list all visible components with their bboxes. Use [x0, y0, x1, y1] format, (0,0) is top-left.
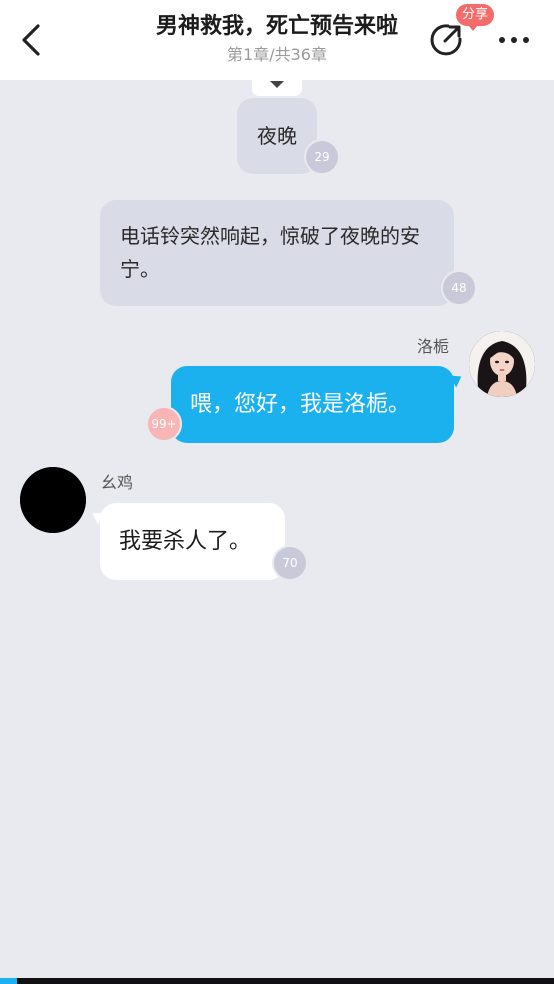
story-title: 男神救我，死亡预告来啦 [155, 14, 398, 39]
black-avatar-icon [20, 467, 86, 533]
top-bar: 男神救我，死亡预告来啦 第1章/共36章 分享 [0, 0, 554, 80]
avatar-yaoji[interactable] [20, 467, 86, 533]
share-badge[interactable]: 分享 [456, 4, 495, 31]
avatar-luozhi[interactable] [469, 331, 535, 397]
back-button[interactable] [14, 20, 50, 60]
caret-down-icon [270, 81, 284, 88]
share-button[interactable] [428, 22, 464, 58]
girl-portrait-icon [469, 331, 535, 397]
speaker-name: 洛栀 [417, 337, 450, 356]
more-icon [499, 37, 529, 43]
back-arrow-icon [22, 24, 40, 56]
comment-count-badge[interactable]: 99+ [146, 406, 182, 442]
narration-bubble: 电话铃突然响起，惊破了夜晚的安宁。 [100, 200, 454, 306]
comment-count-badge[interactable]: 29 [304, 139, 340, 175]
message-bubble-incoming: 我要杀人了。 [100, 503, 285, 580]
more-button[interactable] [494, 26, 534, 54]
collapse-toggle[interactable] [252, 78, 302, 96]
chapter-indicator: 第1章/共36章 [227, 45, 327, 64]
speaker-name: 幺鸡 [101, 473, 134, 492]
share-icon [430, 24, 462, 56]
comment-count-badge[interactable]: 70 [272, 545, 308, 581]
comment-count-badge[interactable]: 48 [441, 270, 477, 306]
reading-progress-fill [0, 978, 17, 984]
chapter-title-block: 男神救我，死亡预告来啦 第1章/共36章 [120, 12, 434, 66]
message-bubble-outgoing: 喂，您好，我是洛栀。 [171, 366, 454, 443]
reading-progress-bar [0, 978, 554, 984]
